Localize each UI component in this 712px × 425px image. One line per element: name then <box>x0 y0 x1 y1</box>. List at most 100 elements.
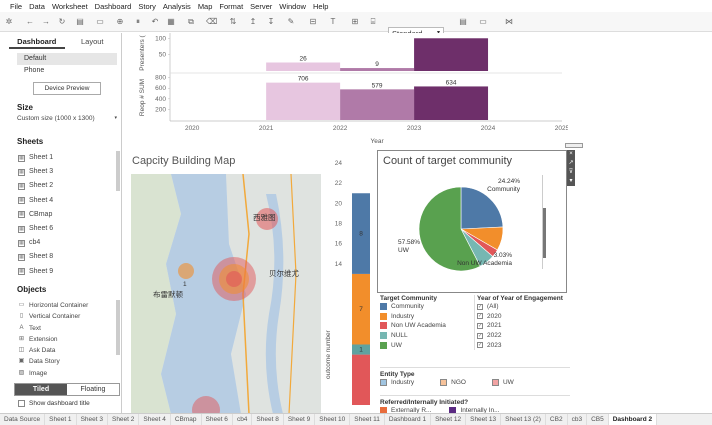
tab-layout[interactable]: Layout <box>65 34 121 49</box>
checkbox-checked-icon[interactable]: ✓ <box>477 303 483 310</box>
menu-help[interactable]: Help <box>313 2 328 11</box>
tiled-button[interactable]: Tiled <box>15 384 67 395</box>
resize-handle[interactable] <box>565 143 583 148</box>
sheet-item[interactable]: ▦ CBmap <box>18 208 113 222</box>
year-filter-option[interactable]: ✓ 2023 <box>477 340 574 350</box>
object-item[interactable]: ▣ Data Story <box>18 356 113 367</box>
object-item[interactable]: ◫ Ask Data <box>18 345 113 356</box>
device-preview-button[interactable]: Device Preview <box>33 82 101 95</box>
highlight-icon[interactable]: ✎ <box>286 16 296 27</box>
sheet-item[interactable]: ▦ Sheet 6 <box>18 222 113 236</box>
bar[interactable] <box>266 62 341 71</box>
sort-desc-icon[interactable]: ↧ <box>266 16 276 27</box>
menu-worksheet[interactable]: Worksheet <box>52 2 88 11</box>
undo-icon[interactable]: ↶ <box>150 16 160 27</box>
pause-updates-icon[interactable]: ⏸ <box>133 16 143 27</box>
sheet-tab[interactable]: Sheet 10 <box>315 414 351 425</box>
checkbox-checked-icon[interactable]: ✓ <box>477 322 483 329</box>
tableau-logo-icon[interactable]: ✲ <box>4 16 14 27</box>
legend-item[interactable]: Industry <box>380 378 414 388</box>
legend-item[interactable]: UW <box>491 378 514 388</box>
fix-axes-icon[interactable]: ⊞ <box>350 16 360 27</box>
checkbox-checked-icon[interactable]: ✓ <box>477 332 483 339</box>
sheets-scrollbar[interactable] <box>116 151 120 191</box>
group-icon[interactable]: ⊟ <box>308 16 318 27</box>
sheet-tab[interactable]: Dashboard 2 <box>608 414 658 425</box>
share-icon[interactable]: ⋈ <box>504 16 514 27</box>
bar[interactable] <box>340 68 415 71</box>
sheet-tab[interactable]: Sheet 12 <box>431 414 467 425</box>
sort-asc-icon[interactable]: ↥ <box>248 16 258 27</box>
menu-data[interactable]: Data <box>29 2 45 11</box>
outcome-stacked-chart[interactable]: 14 16 18 20 22 24 outcome number 1 7 8 <box>320 155 380 410</box>
map-marker[interactable] <box>226 271 242 287</box>
labels-icon[interactable]: T <box>328 16 338 27</box>
legend-item[interactable]: UW <box>380 340 472 350</box>
sheet-item[interactable]: ▦ Sheet 9 <box>18 265 113 279</box>
pie-chart-card[interactable]: Count of target community 24.24% Communit… <box>377 150 567 293</box>
menu-story[interactable]: Story <box>138 2 156 11</box>
bar[interactable] <box>266 82 341 120</box>
sheet-tab[interactable]: CB2 <box>546 414 568 425</box>
card-more-icon[interactable]: ▾ <box>567 177 575 186</box>
card-filter-icon[interactable]: ⊽ <box>567 168 575 177</box>
sheet-item[interactable]: ▦ Sheet 3 <box>18 165 113 179</box>
format-workbook-icon[interactable]: ⌸ <box>368 16 378 27</box>
sheet-tab[interactable]: CB5 <box>587 414 609 425</box>
device-default[interactable]: Default <box>17 53 117 65</box>
menu-format[interactable]: Format <box>219 2 243 11</box>
object-item[interactable]: ▭ Horizontal Container <box>18 300 113 311</box>
legend-item[interactable]: Industry <box>380 312 472 322</box>
duplicate-icon[interactable]: ⧉ <box>186 16 196 27</box>
save-icon[interactable]: ▭ <box>95 16 105 27</box>
sheet-tab[interactable]: Sheet 4 <box>139 414 171 425</box>
year-filter-option[interactable]: ✓ 2020 <box>477 312 574 322</box>
sheet-item[interactable]: ▦ cb4 <box>18 236 113 250</box>
sheet-tab[interactable]: Sheet 9 <box>284 414 316 425</box>
sheet-tab[interactable]: cb3 <box>568 414 588 425</box>
card-remove-icon[interactable]: × <box>567 150 575 159</box>
bar[interactable] <box>414 86 489 120</box>
object-item[interactable]: A Text <box>18 323 113 334</box>
pie-scrollbar-thumb[interactable] <box>543 208 546 258</box>
capacity-map[interactable]: 西雅图布雷默顿 贝尔维尤 1 <box>131 174 321 414</box>
menu-window[interactable]: Window <box>279 2 306 11</box>
floating-button[interactable]: Floating <box>67 384 119 395</box>
legend-item[interactable]: NULL <box>380 331 472 341</box>
checkbox-checked-icon[interactable]: ✓ <box>477 342 483 349</box>
sheet-tab[interactable]: Sheet 13 <box>466 414 502 425</box>
menu-server[interactable]: Server <box>250 2 272 11</box>
menu-map[interactable]: Map <box>198 2 213 11</box>
bar-segment[interactable] <box>352 354 370 405</box>
sheet-item[interactable]: ▦ Sheet 8 <box>18 250 113 264</box>
size-dropdown[interactable]: Custom size (1000 x 1300) ▾ <box>17 115 117 122</box>
sheet-item[interactable]: ▦ Sheet 1 <box>18 151 113 165</box>
sheet-tab[interactable]: Sheet 13 (2) <box>501 414 546 425</box>
swap-icon[interactable]: ⇅ <box>228 16 238 27</box>
sheet-item[interactable]: ▦ Sheet 2 <box>18 179 113 193</box>
new-worksheet-icon[interactable]: ▦ <box>166 16 176 27</box>
legend-item[interactable]: Non UW Academia <box>380 321 472 331</box>
refresh-icon[interactable]: ↻ <box>57 16 67 27</box>
map-marker[interactable] <box>178 263 194 279</box>
tab-dashboard[interactable]: Dashboard <box>9 34 65 49</box>
year-filter-option[interactable]: ✓ 2022 <box>477 331 574 341</box>
sheet-tab[interactable]: cb4 <box>233 414 253 425</box>
show-cards-icon[interactable]: ▤ <box>458 16 468 27</box>
menu-dashboard[interactable]: Dashboard <box>95 2 132 11</box>
add-data-icon[interactable]: ⊕ <box>115 16 125 27</box>
bar[interactable] <box>340 89 415 120</box>
bar[interactable] <box>414 38 489 71</box>
target-community-pie[interactable]: 24.24%Community 3.03%Non UW Academia 57.58… <box>378 173 558 291</box>
forward-icon[interactable]: → <box>41 16 51 27</box>
checkbox-checked-icon[interactable]: ✓ <box>477 313 483 320</box>
object-item[interactable]: ▯ Vertical Container <box>18 311 113 322</box>
sheet-tab[interactable]: Sheet 2 <box>108 414 140 425</box>
clear-sheet-icon[interactable]: ⌫ <box>206 16 217 27</box>
pie-slice[interactable] <box>460 186 504 230</box>
sheet-item[interactable]: ▦ Sheet 4 <box>18 194 113 208</box>
object-item[interactable]: ▨ Image <box>18 368 113 379</box>
sheet-tab[interactable]: CBmap <box>171 414 202 425</box>
back-icon[interactable]: ← <box>25 16 35 27</box>
year-filter-option[interactable]: ✓ 2021 <box>477 321 574 331</box>
